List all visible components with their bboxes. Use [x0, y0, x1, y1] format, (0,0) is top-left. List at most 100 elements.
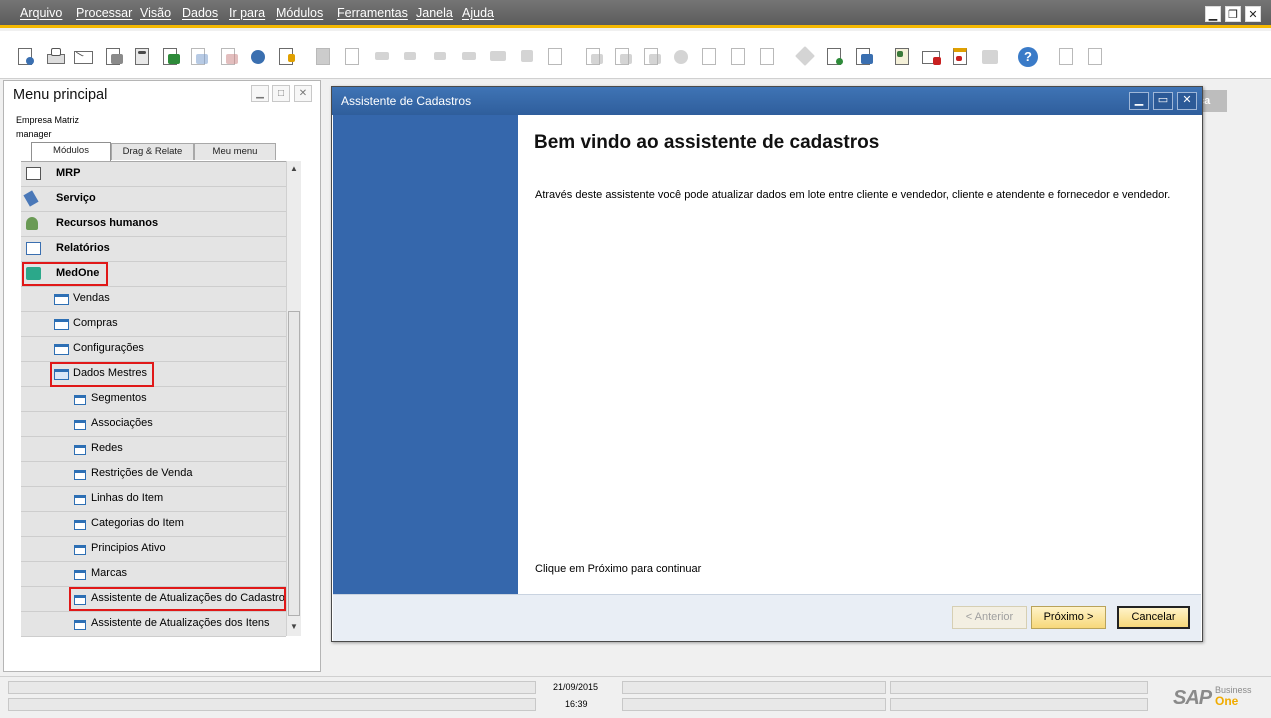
tree-item-recursos-humanos[interactable]: Recursos humanos	[21, 212, 286, 237]
tree-item-segmentos[interactable]: Segmentos	[21, 387, 286, 412]
tree-item-label: Assistente de Atualizações dos Itens	[91, 617, 270, 629]
export-word-icon	[188, 46, 210, 68]
minimize-icon[interactable]: ▁	[1205, 6, 1221, 22]
help-icon[interactable]: ?	[1017, 46, 1039, 68]
menu-dados[interactable]: Dados	[182, 6, 218, 20]
queries-icon[interactable]	[853, 46, 875, 68]
form-icon	[74, 545, 86, 555]
tree-item-medone[interactable]: MedOne	[21, 262, 286, 287]
form-icon	[74, 470, 86, 480]
scroll-up-icon[interactable]: ▲	[288, 162, 300, 176]
form-settings-icon[interactable]	[824, 46, 846, 68]
tree-item-assistente-cadastro[interactable]: Assistente de Atualizações do Cadastro	[21, 587, 286, 612]
email-icon[interactable]	[73, 46, 95, 68]
tree-item-label: Principios Ativo	[91, 542, 166, 554]
tree-item-dados-mestres[interactable]: Dados Mestres	[21, 362, 286, 387]
status-field-3	[622, 681, 886, 694]
exchange-rates-icon	[757, 46, 779, 68]
scroll-thumb[interactable]	[288, 311, 300, 616]
tree-item-vendas[interactable]: Vendas	[21, 287, 286, 312]
tree-item-linhas-do-item[interactable]: Linhas do Item	[21, 487, 286, 512]
target-document-icon	[612, 46, 634, 68]
restore-icon[interactable]: ❐	[1225, 6, 1241, 22]
tree-item-label: Segmentos	[91, 392, 147, 404]
tree-item-mrp[interactable]: MRP	[21, 162, 286, 187]
tree-item-associacoes[interactable]: Associações	[21, 412, 286, 437]
dialog-maximize-icon[interactable]: ▭	[1153, 92, 1173, 110]
tree-item-principios-ativo[interactable]: Principios Ativo	[21, 537, 286, 562]
filter-icon	[516, 46, 538, 68]
drag-relate-icon[interactable]	[247, 46, 269, 68]
messages-icon[interactable]	[892, 46, 914, 68]
tree-item-label: Assistente de Atualizações do Cadastro	[91, 592, 285, 604]
next-button[interactable]: Próximo >	[1031, 606, 1106, 629]
close-icon[interactable]: ✕	[1245, 6, 1261, 22]
tree-item-redes[interactable]: Redes	[21, 437, 286, 462]
mrp-icon	[26, 167, 41, 180]
tree-item-label: Linhas do Item	[91, 492, 164, 504]
first-record-icon	[371, 46, 393, 68]
menu-ir-para[interactable]: Ir para	[229, 6, 265, 20]
panel-close-icon[interactable]: ✕	[294, 85, 312, 102]
tree-item-restricoes-de-venda[interactable]: Restrições de Venda	[21, 462, 286, 487]
status-field-2	[8, 698, 536, 711]
tab-modulos[interactable]: Módulos	[31, 142, 111, 161]
tree-item-label: Recursos humanos	[56, 217, 159, 229]
cancel-button[interactable]: Cancelar	[1117, 606, 1190, 629]
form-icon	[74, 420, 86, 430]
menu-arquivo[interactable]: Arquivo	[20, 6, 62, 20]
form-icon	[74, 570, 86, 580]
dialog-title: Assistente de Cadastros	[341, 94, 472, 108]
org-chart-icon	[979, 46, 1001, 68]
tab-meu-menu[interactable]: Meu menu	[194, 143, 276, 160]
menu-ferramentas[interactable]: Ferramentas	[337, 6, 408, 20]
status-field-5	[890, 681, 1148, 694]
print-icon[interactable]	[45, 46, 67, 68]
export-excel-icon[interactable]	[160, 46, 182, 68]
tree-scrollbar[interactable]: ▲ ▼	[286, 161, 301, 636]
status-field-1	[8, 681, 536, 694]
tree-item-compras[interactable]: Compras	[21, 312, 286, 337]
panel-maximize-icon[interactable]: □	[272, 85, 290, 102]
tree-item-assistente-itens[interactable]: Assistente de Atualizações dos Itens	[21, 612, 286, 637]
form-icon	[74, 595, 86, 605]
tree-item-label: MRP	[56, 167, 81, 179]
menu-visao[interactable]: Visão	[140, 6, 171, 20]
refresh-icon	[487, 46, 509, 68]
menu-modulos[interactable]: Módulos	[276, 6, 323, 20]
service-icon	[23, 190, 39, 207]
tree-item-marcas[interactable]: Marcas	[21, 562, 286, 587]
menu-processar[interactable]: Processar	[76, 6, 132, 20]
folder-icon	[54, 319, 69, 330]
form-icon	[74, 395, 86, 405]
print-layout-icon	[1056, 46, 1078, 68]
menu-ajuda[interactable]: Ajuda	[462, 6, 494, 20]
scroll-down-icon[interactable]: ▼	[288, 620, 300, 634]
tree-item-relatorios[interactable]: Relatórios	[21, 237, 286, 262]
dialog-minimize-icon[interactable]: ▁	[1129, 92, 1149, 110]
dialog-close-icon[interactable]: ✕	[1177, 92, 1197, 110]
wizard-side-panel	[333, 115, 518, 594]
tab-drag-relate[interactable]: Drag & Relate	[111, 143, 194, 160]
medone-icon	[26, 267, 41, 280]
panel-minimize-icon[interactable]: ▁	[251, 85, 269, 102]
calculator-icon[interactable]	[132, 46, 154, 68]
alerts-icon[interactable]	[921, 46, 943, 68]
form-icon	[74, 495, 86, 505]
send-icon[interactable]	[103, 46, 125, 68]
user-name: manager	[16, 129, 52, 139]
tree-item-label: Configurações	[73, 342, 144, 354]
tree-item-servico[interactable]: Serviço	[21, 187, 286, 212]
layout-designer-icon	[1085, 46, 1107, 68]
folder-icon	[54, 344, 69, 355]
main-menu-title: Menu principal	[13, 87, 108, 103]
main-menu-panel: Menu principal ▁ □ ✕ Empresa Matriz mana…	[3, 80, 321, 672]
print-preview-icon[interactable]	[15, 46, 37, 68]
settings-icon	[795, 46, 817, 68]
calendar-icon[interactable]	[950, 46, 972, 68]
folder-open-icon	[54, 369, 69, 380]
tree-item-categorias-do-item[interactable]: Categorias do Item	[21, 512, 286, 537]
lock-icon[interactable]	[276, 46, 298, 68]
menu-janela[interactable]: Janela	[416, 6, 453, 20]
tree-item-configuracoes[interactable]: Configurações	[21, 337, 286, 362]
